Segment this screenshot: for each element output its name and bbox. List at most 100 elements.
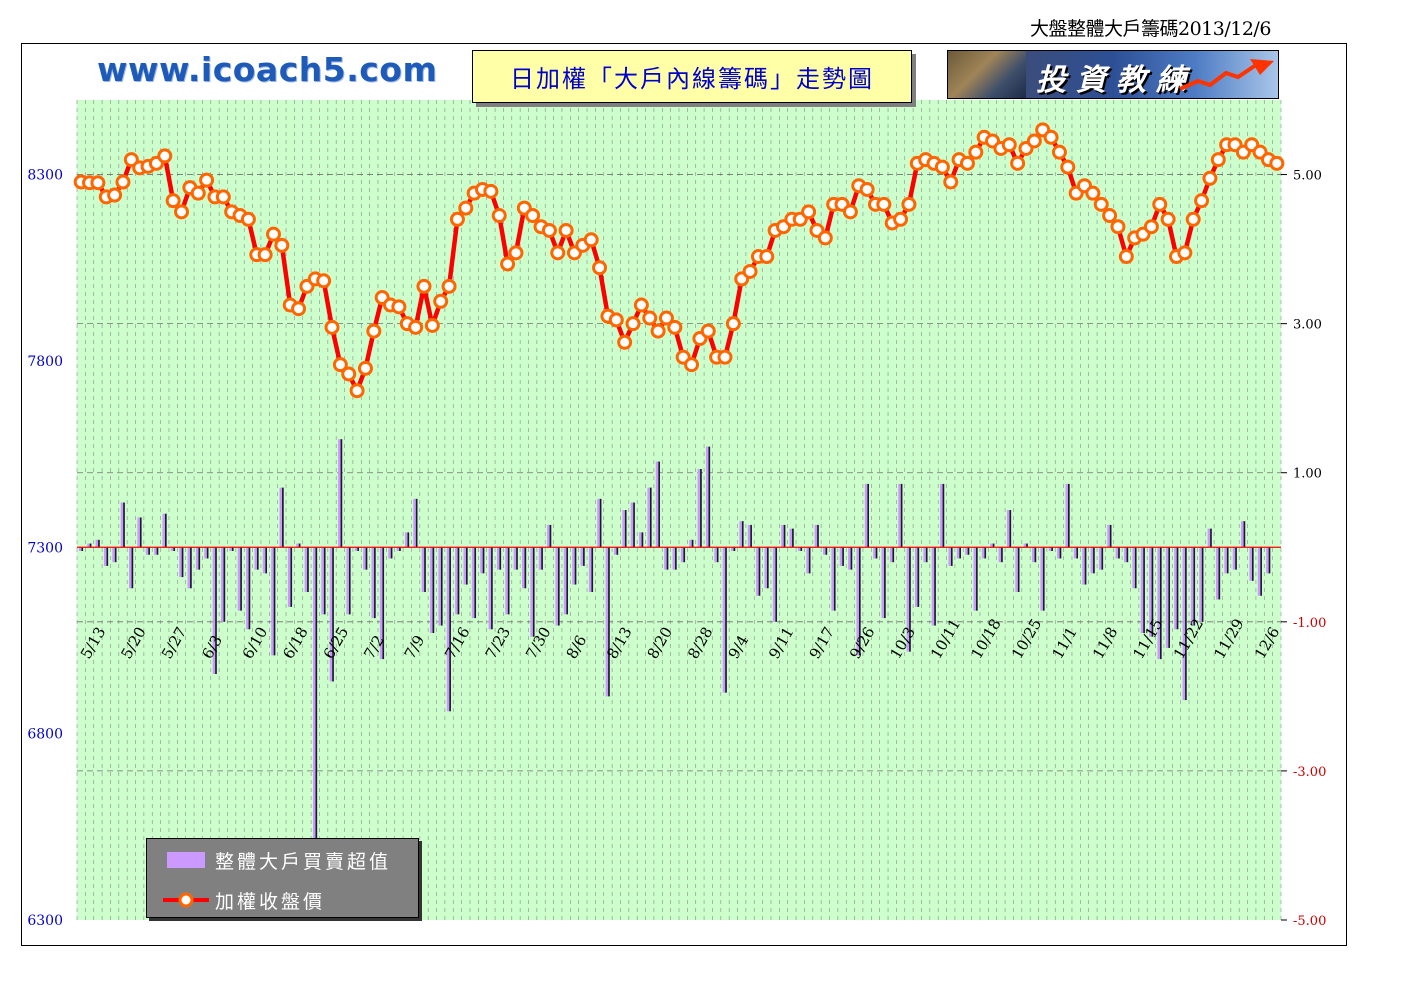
price-point [240,211,256,227]
site-logo[interactable]: www.icoach5.com [97,50,437,89]
bar-shadow [114,547,117,563]
bar [973,547,977,611]
price-point [1143,219,1159,235]
price-point [1001,137,1017,153]
bar [563,547,567,615]
right-tick-label: -5.00 [1293,914,1326,929]
price-point [174,204,190,220]
bar [697,469,701,548]
bar-shadow [1201,547,1204,622]
price-point [115,174,131,190]
bar-shadow [791,528,794,548]
price-point [433,293,449,309]
bar [388,547,391,559]
bar-shadow [1193,547,1196,626]
bar [714,547,717,563]
bar-shadow [365,547,368,570]
left-axis-tick-labels: 8300 7800 7300 6800 6300 [27,168,63,929]
bar [538,547,542,570]
bar [1249,547,1252,581]
bar [981,547,985,559]
bar [572,547,575,585]
bar [187,547,191,589]
price-point [817,230,833,246]
bar-shadow [457,547,460,615]
bar-shadow [850,547,853,570]
badge-text: 投資教練 [1036,63,1196,98]
price-point [274,237,290,253]
price-point [1043,129,1059,145]
price-point [893,211,909,227]
bar-shadow [198,547,201,570]
bar-shadow [290,547,293,607]
bar-shadow [607,547,610,697]
bar-shadow [515,547,518,570]
bar [1032,547,1035,563]
price-point [1010,155,1026,171]
bar-shadow [248,547,251,630]
bar-shadow [97,539,100,548]
bar-shadow [549,524,552,548]
price-point [291,301,307,317]
price-point [1060,159,1076,175]
bar [664,547,667,570]
bar-shadow [189,547,192,589]
price-point [968,144,984,160]
bar [940,483,943,548]
price-point [525,208,541,224]
price-point [1185,211,1201,227]
bar [103,547,107,566]
bar [1015,547,1018,592]
bar [329,547,333,682]
bar [1207,528,1211,548]
bar [254,547,257,570]
bar-shadow [507,547,510,615]
bar [363,547,366,570]
bar-shadow [1159,547,1162,660]
bar-shadow [1218,547,1221,600]
price-point [934,159,950,175]
price-point [357,360,373,376]
bar-shadow [1076,547,1079,559]
bar [137,517,140,548]
price-point [583,232,599,248]
bar [923,547,926,563]
bar [1190,547,1194,626]
bar [287,547,291,607]
bar [1215,547,1219,600]
bar [848,547,851,570]
legend-item-line: 加權收盤價 [147,885,325,915]
bar-shadow [750,524,752,548]
bar [1040,547,1043,611]
bar [756,547,759,596]
legend-bar-label: 整體大戶買賣超值 [215,850,392,873]
bar-shadow [984,547,987,559]
bar-shadow [1209,528,1212,548]
price-point [341,366,357,382]
bar [179,547,182,578]
left-tick-label: 6800 [27,727,63,743]
bar [1107,524,1110,548]
bar [246,547,249,630]
bar [1224,547,1227,574]
bar [914,547,918,607]
bar-shadow [616,547,619,555]
bar [446,547,450,712]
bar-shadow [683,547,686,563]
price-point [1177,245,1193,261]
bar [1140,547,1144,633]
legend-line-swatch [163,892,209,908]
bar-shadow [541,547,543,570]
bar [312,547,316,838]
bar [605,547,609,697]
bar [772,547,776,622]
bar-shadow [1243,521,1246,548]
bar-shadow [164,513,167,548]
bar-shadow [658,461,660,548]
bar [145,547,149,555]
bar-shadow [415,498,418,548]
price-point [483,183,499,199]
bar-shadow [440,547,443,626]
bar-shadow [775,547,778,622]
bar [480,547,483,574]
